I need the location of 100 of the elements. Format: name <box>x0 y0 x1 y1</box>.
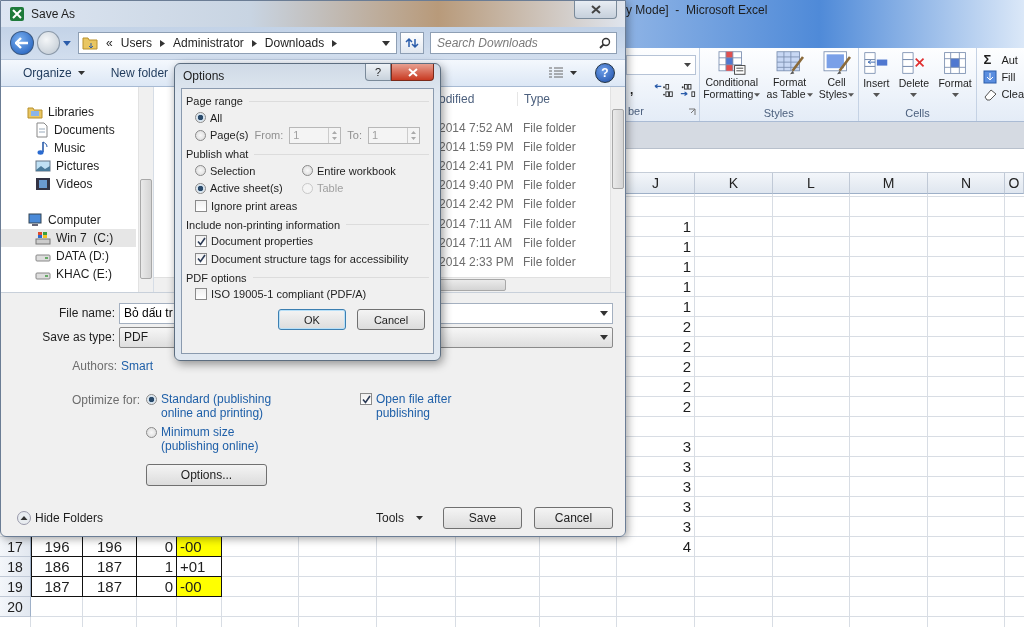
caret-icon[interactable] <box>910 93 918 97</box>
cells-button[interactable]: Delete <box>898 50 930 97</box>
group-title: Include non-printing information <box>186 218 341 231</box>
nav-item[interactable]: Win 7 (C:) <box>1 229 136 247</box>
search-field[interactable]: Search Downloads <box>430 32 617 54</box>
table-cell: 1 <box>137 557 177 577</box>
dialog-launcher-icon[interactable] <box>688 108 696 116</box>
caret-icon[interactable] <box>872 93 880 97</box>
checkbox[interactable]: Document structure tags for accessibility <box>195 250 429 268</box>
picture-icon <box>35 159 51 173</box>
scrollbar[interactable] <box>610 87 625 292</box>
authors-link[interactable]: Smart <box>121 359 153 373</box>
close-icon <box>407 67 418 77</box>
radio-button[interactable]: Active sheet(s) <box>195 179 302 197</box>
film-icon <box>35 177 51 191</box>
caret-icon <box>600 334 608 340</box>
nav-item[interactable]: Documents <box>1 121 136 139</box>
row-header[interactable]: 17 <box>0 537 31 557</box>
radio-button[interactable]: Standard (publishing online and printing) <box>146 392 346 420</box>
close-button[interactable] <box>391 64 434 81</box>
dialog-button[interactable]: Cancel <box>534 507 613 529</box>
overflow-chevron[interactable]: « <box>106 36 113 50</box>
checkbox[interactable]: Ignore print areas <box>195 197 429 215</box>
date-modified-text: 2014 7:11 AM <box>439 216 514 231</box>
breadcrumb-item[interactable]: Users <box>120 36 153 50</box>
field-label: Authors: <box>71 359 118 373</box>
column-header[interactable]: K <box>695 173 773 194</box>
row-header[interactable]: 19 <box>0 577 31 597</box>
dialog-button[interactable]: Cancel <box>357 309 425 330</box>
radio-button[interactable]: Selection <box>195 162 302 180</box>
spreadsheet-app-icon <box>9 6 25 22</box>
column-header[interactable]: Type <box>517 92 550 106</box>
nav-item[interactable]: KHAC (E:) <box>1 265 136 283</box>
row-header[interactable]: 20 <box>0 597 31 617</box>
caret-icon[interactable] <box>951 93 959 97</box>
column-header[interactable]: M <box>850 173 928 194</box>
chevron-icon[interactable] <box>160 39 166 47</box>
number-format-dropdown[interactable] <box>626 55 696 75</box>
nav-item[interactable]: DATA (D:) <box>1 247 136 265</box>
table-cell: 196 <box>83 537 137 557</box>
editing-button[interactable]: Σ Aut <box>983 52 1024 67</box>
dialog-button[interactable]: OK <box>278 309 346 330</box>
computer-icon <box>27 213 43 227</box>
style-button[interactable]: Format as Table <box>766 50 813 100</box>
options-button[interactable]: Options... <box>146 464 267 486</box>
file-type-text: File folder <box>522 139 576 154</box>
checkbox[interactable]: Open file after publishing <box>360 392 452 492</box>
nav-item[interactable]: Music <box>1 139 136 157</box>
radio-button[interactable]: Minimum size (publishing online) <box>146 425 346 453</box>
checkbox[interactable]: Document properties <box>195 232 429 250</box>
column-header[interactable]: N <box>928 173 1005 194</box>
column-header[interactable]: L <box>773 173 850 194</box>
style-button[interactable]: Conditional Formatting <box>703 50 761 100</box>
breadcrumb-item[interactable]: Administrator <box>173 36 244 50</box>
search-icon[interactable] <box>599 37 611 49</box>
editing-button[interactable]: Fill <box>983 70 1024 84</box>
back-button[interactable] <box>10 31 34 55</box>
caret-icon[interactable] <box>848 93 855 98</box>
nav-item[interactable]: Pictures <box>1 157 136 175</box>
radio-button[interactable]: All <box>195 109 429 127</box>
scrollbar[interactable] <box>138 87 153 292</box>
caret-icon <box>416 516 423 520</box>
organize-button[interactable]: Organize <box>15 63 93 83</box>
cells-button[interactable]: Insert <box>863 50 890 97</box>
editing-button[interactable]: Clea <box>983 87 1024 101</box>
hide-folders-button[interactable]: Hide Folders <box>17 511 104 525</box>
table-cell: 187 <box>31 577 83 597</box>
caret-icon[interactable] <box>600 310 608 316</box>
cells-button[interactable]: Format <box>938 50 972 97</box>
field-label: To: <box>347 129 362 142</box>
style-button[interactable]: Cell Styles <box>818 50 855 100</box>
chevron-icon[interactable] <box>251 39 257 47</box>
increase-decimal-icon[interactable] <box>652 82 673 98</box>
music-note-icon <box>35 140 49 156</box>
row-header[interactable]: 18 <box>0 557 31 577</box>
radio-button[interactable]: Entire workbook <box>302 162 429 180</box>
help-button[interactable]: ? <box>365 64 391 81</box>
table-cell: 0 <box>137 537 177 557</box>
radio-button[interactable]: Page(s) <box>195 126 249 144</box>
tools-button[interactable]: Tools <box>376 511 431 525</box>
close-button[interactable] <box>574 1 617 19</box>
eraser-icon <box>983 87 998 101</box>
dialog-button[interactable]: Save <box>443 507 522 529</box>
refresh-button[interactable] <box>400 32 424 54</box>
new-folder-button[interactable]: New folder <box>102 63 177 83</box>
nav-item[interactable]: Libraries <box>1 103 136 121</box>
chevron-icon[interactable] <box>332 39 338 47</box>
column-header[interactable]: odified <box>439 92 517 106</box>
address-bar[interactable]: « Users Administrator Downloads <box>78 32 398 54</box>
checkbox[interactable]: ISO 19005-1 compliant (PDF/A) <box>195 285 429 303</box>
caret-icon[interactable] <box>754 93 761 98</box>
table-brush-icon <box>774 50 805 76</box>
comma-style-button[interactable]: , <box>630 83 647 97</box>
field-label: Optimize for: <box>71 392 141 408</box>
column-header[interactable]: O <box>1005 173 1024 194</box>
nav-item[interactable]: Computer <box>1 211 136 229</box>
caret-icon[interactable] <box>382 40 391 46</box>
breadcrumb-item[interactable]: Downloads <box>264 36 325 50</box>
nav-item[interactable]: Videos <box>1 175 136 193</box>
caret-icon[interactable] <box>806 93 813 98</box>
